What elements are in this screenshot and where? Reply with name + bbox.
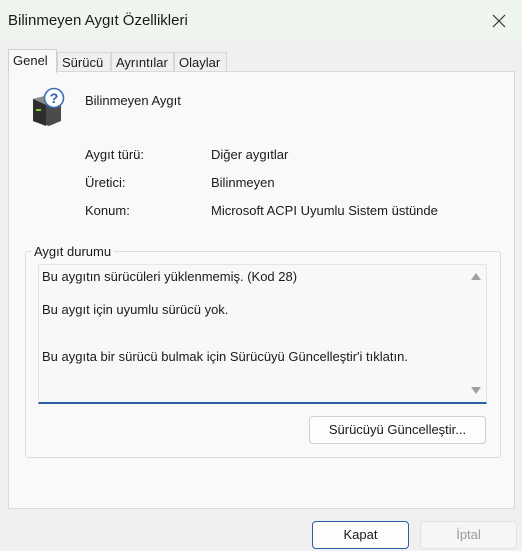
close-button[interactable] — [476, 0, 522, 42]
status-line: Bu aygıt için uyumlu sürücü yok. — [42, 302, 229, 317]
manufacturer-label: Üretici: — [85, 175, 126, 190]
scroll-up-icon[interactable] — [471, 273, 481, 280]
scroll-down-icon[interactable] — [471, 387, 481, 394]
tab-genel[interactable]: Genel — [8, 49, 57, 73]
manufacturer-value: Bilinmeyen — [211, 175, 275, 190]
window-title: Bilinmeyen Aygıt Özellikleri — [8, 12, 188, 29]
device-status-title: Aygıt durumu — [31, 244, 115, 259]
status-line: Bu aygıta bir sürücü bulmak için Sürücüy… — [42, 349, 408, 364]
cancel-button[interactable]: İptal — [420, 521, 517, 549]
tab-olaylar[interactable]: Olaylar — [174, 52, 227, 71]
tab-surucu[interactable]: Sürücü — [57, 52, 111, 71]
unknown-device-icon: ? — [33, 87, 65, 126]
location-label: Konum: — [85, 203, 130, 218]
device-name: Bilinmeyen Aygıt — [85, 93, 181, 108]
title-bar: Bilinmeyen Aygıt Özellikleri — [0, 0, 522, 42]
status-scrollbar[interactable] — [467, 266, 485, 400]
status-line: Bu aygıtın sürücüleri yüklenmemiş. (Kod … — [42, 269, 298, 284]
device-type-label: Aygıt türü: — [85, 147, 145, 162]
device-status-textbox[interactable]: Bu aygıtın sürücüleri yüklenmemiş. (Kod … — [38, 264, 487, 404]
tab-ayrintilar[interactable]: Ayrıntılar — [111, 52, 174, 71]
close-icon — [492, 14, 506, 28]
close-dialog-button[interactable]: Kapat — [312, 521, 409, 549]
svg-text:?: ? — [50, 90, 59, 106]
update-driver-button[interactable]: Sürücüyü Güncelleştir... — [309, 416, 486, 444]
device-type-value: Diğer aygıtlar — [211, 147, 289, 162]
location-value: Microsoft ACPI Uyumlu Sistem üstünde — [211, 203, 438, 218]
